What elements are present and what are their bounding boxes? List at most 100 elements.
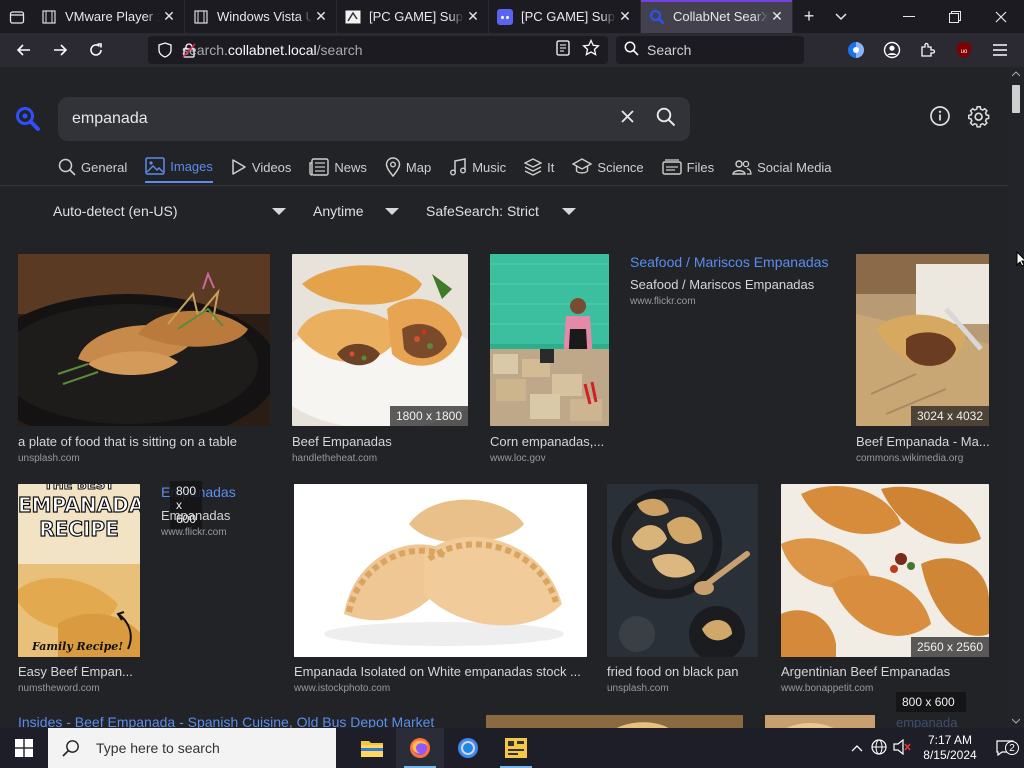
search-icon — [624, 41, 639, 59]
chevron-down-icon[interactable] — [562, 208, 576, 215]
searxng-logo-icon[interactable] — [14, 105, 42, 138]
files-icon — [661, 159, 682, 175]
extensions-puzzle-icon[interactable] — [916, 38, 940, 62]
chevron-down-icon[interactable] — [385, 208, 399, 215]
tab-news[interactable]: News — [309, 157, 367, 183]
result-title[interactable]: Easy Beef Empan... — [18, 664, 143, 679]
result-title[interactable]: Corn empanadas,... — [490, 434, 609, 449]
result-title[interactable]: Beef Empanada - Ma... — [856, 434, 992, 449]
result-thumbnail[interactable] — [294, 484, 587, 657]
result-resolution: 2560 x 2560 — [910, 637, 989, 657]
ublock-origin-icon[interactable]: uo — [952, 38, 976, 62]
result-alt-link[interactable]: Insides - Beef Empanada - Spanish Cuisin… — [18, 714, 434, 728]
notification-center-icon[interactable]: 2 — [986, 728, 1024, 768]
result-thumbnail[interactable] — [18, 254, 270, 426]
tab-general[interactable]: General — [58, 157, 127, 183]
recipe-text-line: RECIPE — [39, 516, 120, 541]
tab-list-icon[interactable] — [0, 0, 33, 33]
tab-social-media[interactable]: Social Media — [732, 157, 832, 183]
network-icon[interactable] — [868, 738, 890, 758]
lock-warning-icon[interactable] — [182, 42, 196, 63]
result-alt-link[interactable]: Seafood / Mariscos Empanadas — [630, 254, 828, 270]
result-thumbnail[interactable]: 2560 x 2560 — [781, 484, 989, 657]
close-tab-icon[interactable]: ✕ — [464, 8, 482, 25]
tab-it[interactable]: It — [524, 157, 554, 183]
science-icon — [572, 158, 593, 174]
tab-strip-drag-area[interactable] — [857, 0, 886, 33]
close-tab-icon[interactable]: ✕ — [160, 8, 178, 25]
scroll-down-icon[interactable] — [1012, 718, 1020, 724]
tab-collabnet-searxng[interactable]: CollabNet SearXN ✕ — [641, 0, 793, 33]
mouse-cursor-icon — [1016, 251, 1024, 267]
result-alt-link[interactable]: empanada — [896, 715, 957, 728]
app-grid-icon[interactable] — [492, 728, 540, 768]
taskbar-clock[interactable]: 7:17 AM 8/15/2024 — [914, 733, 986, 763]
safesearch-select[interactable]: SafeSearch: Strict — [426, 203, 539, 219]
windows-start-icon[interactable] — [0, 728, 48, 768]
result-source: www.flickr.com — [161, 527, 227, 538]
scrollbar-thumb[interactable] — [1012, 85, 1020, 113]
result-thumbnail[interactable] — [486, 715, 743, 728]
page-scrollbar[interactable] — [1008, 67, 1024, 728]
result-title[interactable]: Argentinian Beef Empanadas — [781, 664, 989, 679]
extension-colorful-icon[interactable] — [844, 38, 868, 62]
chevron-down-icon[interactable] — [825, 0, 857, 33]
result-title[interactable]: Empanada Isolated on White empanadas sto… — [294, 664, 587, 679]
time-range-select[interactable]: Anytime — [313, 203, 364, 219]
url-bar[interactable]: search.collabnet.local/search — [148, 36, 608, 64]
tab-images[interactable]: Images — [145, 157, 213, 183]
bookmark-star-icon[interactable] — [582, 38, 600, 62]
tab-science[interactable]: Science — [572, 157, 644, 183]
close-window-icon[interactable] — [978, 0, 1024, 33]
tab-pc-game-2[interactable]: [PC GAME] Super ✕ — [489, 0, 641, 33]
reader-view-icon[interactable] — [556, 39, 570, 61]
hamburger-menu-icon[interactable] — [988, 38, 1012, 62]
search-input[interactable]: empanada — [72, 110, 621, 128]
language-select[interactable]: Auto-detect (en-US) — [53, 203, 178, 219]
result-title[interactable]: a plate of food that is sitting on a tab… — [18, 434, 270, 449]
firefox-icon[interactable] — [396, 728, 444, 768]
tab-windows-vista[interactable]: Windows Vista Ult ✕ — [185, 0, 337, 33]
result-title[interactable]: Beef Empanadas — [292, 434, 468, 449]
tab-videos[interactable]: Videos — [231, 157, 291, 183]
back-icon[interactable] — [6, 35, 42, 65]
tab-vmware[interactable]: VMware Player 12.. ✕ — [33, 0, 185, 33]
result-thumbnail[interactable] — [765, 715, 875, 728]
result-thumbnail[interactable]: 3024 x 4032 — [856, 254, 989, 426]
result-thumbnail[interactable] — [490, 254, 609, 426]
chevron-up-icon[interactable] — [846, 741, 868, 755]
result-title[interactable]: Seafood / Mariscos Empanadas — [630, 277, 830, 292]
result-title[interactable]: fried food on black pan — [607, 664, 758, 679]
tab-files[interactable]: Files — [661, 157, 714, 183]
clear-search-icon[interactable] — [621, 110, 634, 128]
result-thumbnail[interactable]: 1800 x 1800 — [292, 254, 468, 426]
tab-map[interactable]: Map — [385, 157, 431, 183]
forward-icon[interactable] — [42, 35, 78, 65]
scroll-up-icon[interactable] — [1012, 71, 1020, 77]
searxng-page: empanada General Images Videos News Map … — [0, 67, 1008, 728]
file-explorer-icon[interactable] — [348, 728, 396, 768]
svg-text:uo: uo — [961, 49, 968, 55]
minimize-icon[interactable] — [886, 0, 932, 33]
result-thumbnail[interactable] — [607, 484, 758, 657]
chevron-down-icon[interactable] — [272, 208, 286, 215]
taskbar-search-box[interactable]: Type here to search — [48, 728, 336, 768]
close-tab-icon[interactable]: ✕ — [768, 8, 786, 25]
result-thumbnail[interactable]: THE BEST EMPANADA RECIPE Family Recipe! — [18, 484, 140, 657]
chrome-icon[interactable] — [444, 728, 492, 768]
result-title[interactable]: Empanadas — [161, 508, 281, 523]
account-icon[interactable] — [880, 38, 904, 62]
close-tab-icon[interactable]: ✕ — [616, 8, 634, 25]
volume-muted-icon[interactable] — [890, 738, 914, 758]
info-icon[interactable] — [929, 105, 953, 129]
reload-icon[interactable] — [78, 35, 114, 65]
shield-icon[interactable] — [158, 42, 172, 63]
browser-search-bar[interactable]: Search — [616, 36, 804, 64]
tab-pc-game-1[interactable]: [PC GAME] Super ✕ — [337, 0, 489, 33]
tab-music[interactable]: Music — [449, 157, 506, 183]
new-tab-icon[interactable]: + — [793, 0, 825, 33]
close-tab-icon[interactable]: ✕ — [312, 8, 330, 25]
restore-icon[interactable] — [932, 0, 978, 33]
search-submit-icon[interactable] — [656, 107, 676, 132]
settings-gear-icon[interactable] — [967, 105, 991, 129]
